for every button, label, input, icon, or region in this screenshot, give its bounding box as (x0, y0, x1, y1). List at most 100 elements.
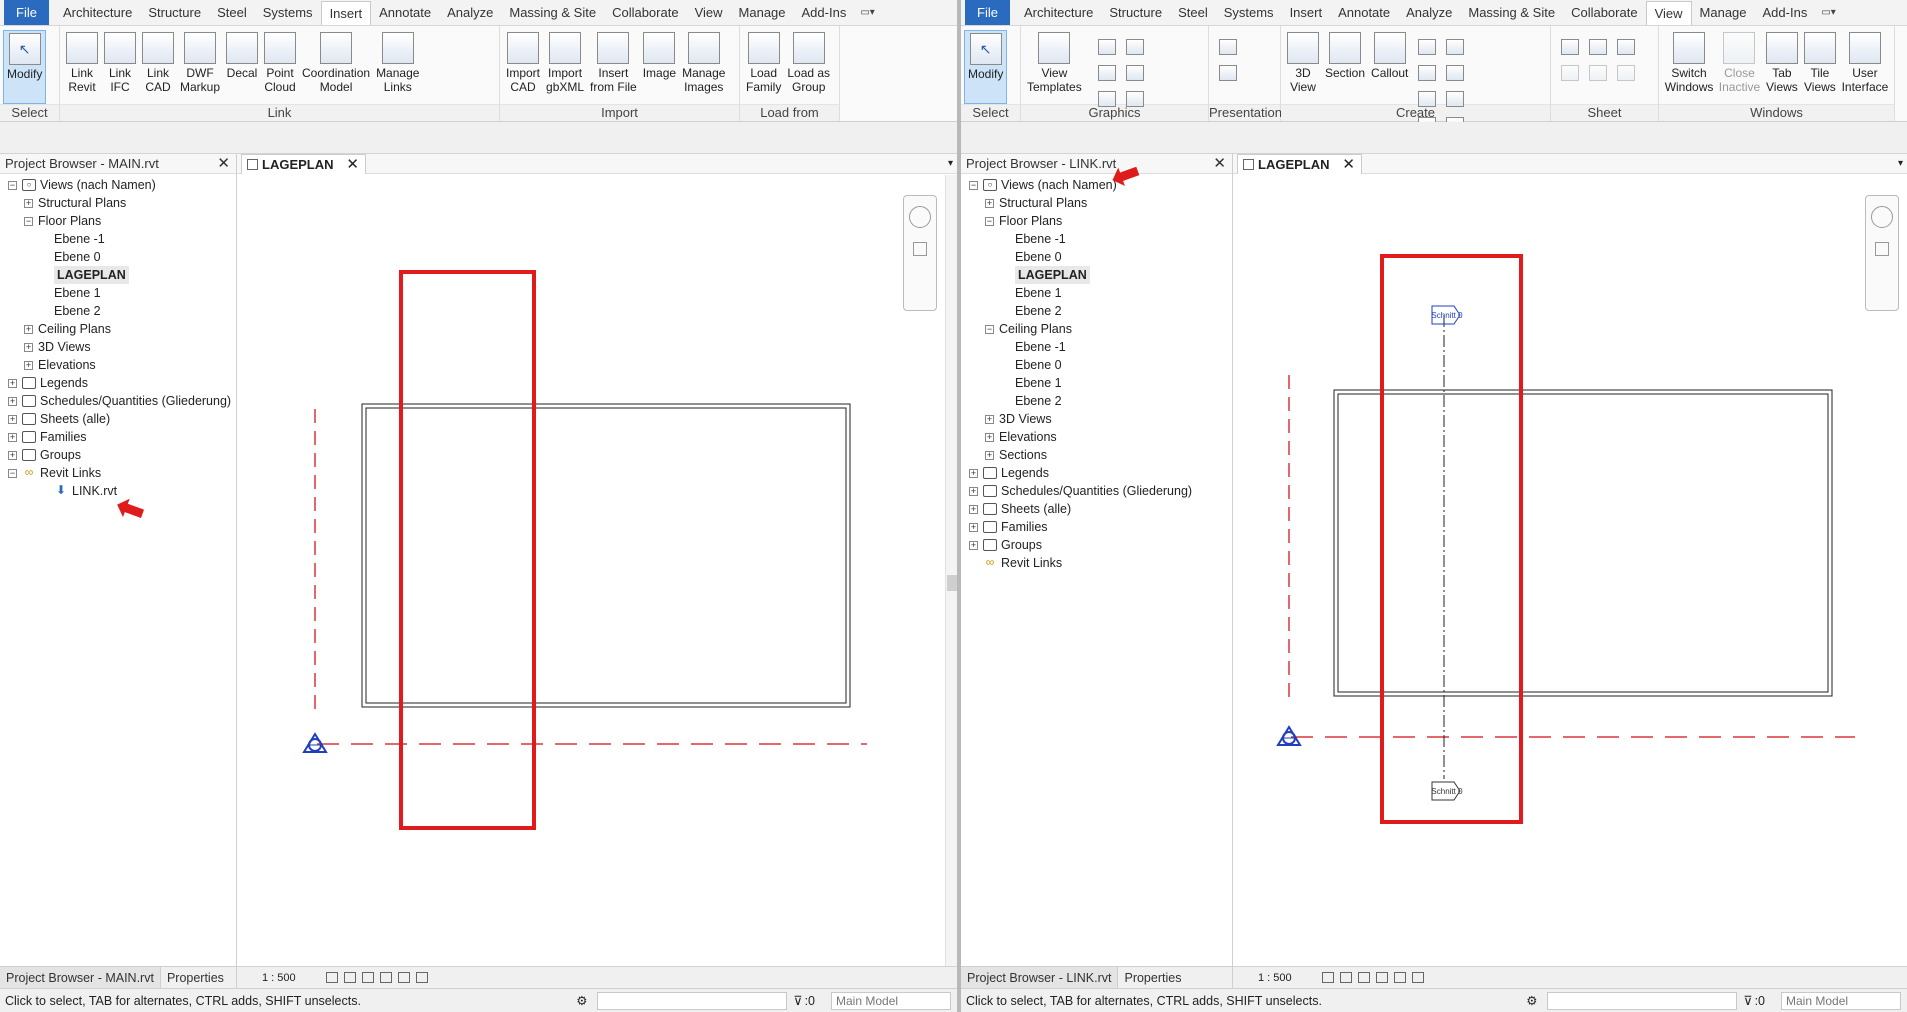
tree-item-ebene-0[interactable]: Ebene 0 (961, 356, 1232, 374)
collapse-icon[interactable]: − (24, 216, 33, 226)
tab-manage[interactable]: Manage (1692, 0, 1755, 25)
title-block-icon[interactable] (1589, 39, 1607, 55)
navigation-bar[interactable] (903, 195, 937, 311)
select-panel-title[interactable]: Select (961, 104, 1020, 121)
view-scale[interactable]: 1 : 500 (262, 972, 296, 984)
view-reference-icon[interactable] (1617, 65, 1635, 81)
detail-level-icon[interactable] (325, 972, 338, 983)
section-button[interactable]: Section (1322, 30, 1368, 82)
modify-button[interactable]: ↖ Modify (964, 30, 1008, 104)
steering-wheel-icon[interactable] (1871, 206, 1893, 228)
tree-item-floor-plans[interactable]: − Floor Plans (961, 212, 1232, 230)
tab-massing-site[interactable]: Massing & Site (1460, 0, 1563, 25)
image-button[interactable]: Image (640, 30, 679, 82)
tab-manage[interactable]: Manage (731, 0, 794, 25)
view-scale[interactable]: 1 : 500 (1258, 972, 1292, 984)
tab-systems[interactable]: Systems (255, 0, 321, 25)
render-icon[interactable] (1219, 39, 1237, 55)
matchline-icon[interactable] (1589, 65, 1607, 81)
tree-item-3d-views[interactable]: +3D Views (0, 338, 236, 356)
panel-options-icon[interactable]: ▭▾ (860, 0, 874, 25)
tab-insert[interactable]: Insert (320, 1, 372, 25)
guide-grid-icon[interactable] (1561, 65, 1579, 81)
link-revit-button[interactable]: Link Revit (63, 30, 101, 96)
decal-button[interactable]: Decal (223, 30, 261, 82)
tab-steel[interactable]: Steel (209, 0, 255, 25)
user-interface-button[interactable]: User Interface (1839, 30, 1891, 96)
expand-icon[interactable]: + (985, 432, 994, 442)
tree-item-sheets-alle[interactable]: + Sheets (alle) (0, 410, 236, 428)
tab-collaborate[interactable]: Collaborate (604, 0, 687, 25)
expand-icon[interactable]: + (8, 450, 17, 460)
tab-architecture[interactable]: Architecture (55, 0, 140, 25)
insert-from-file-button[interactable]: Insert from File (587, 30, 640, 96)
import-gbxml-button[interactable]: Import gbXML (543, 30, 587, 96)
sun-path-icon[interactable] (1357, 972, 1370, 983)
navigation-bar[interactable] (1865, 195, 1899, 311)
expand-icon[interactable]: + (8, 396, 17, 406)
zoom-icon[interactable] (913, 242, 927, 256)
legends-icon[interactable] (1418, 91, 1437, 107)
tree-item-lageplan[interactable]: LAGEPLAN (0, 266, 236, 284)
tree-item-ebene-1[interactable]: Ebene 1 (0, 284, 236, 302)
survey-point-icon[interactable] (1276, 725, 1302, 746)
design-option-dropdown[interactable]: Main Model (831, 992, 951, 1010)
tab-annotate[interactable]: Annotate (1330, 0, 1398, 25)
tab-systems[interactable]: Systems (1216, 0, 1282, 25)
tree-item-revit-links[interactable]: ∞ Revit Links (961, 554, 1232, 572)
3d-view-button[interactable]: 3D View (1284, 30, 1322, 96)
load-family-button[interactable]: Load Family (743, 30, 784, 96)
workset-dropdown[interactable] (1547, 992, 1738, 1010)
import-cad-button[interactable]: Import CAD (503, 30, 543, 96)
tree-item-sheets-alle[interactable]: + Sheets (alle) (961, 500, 1232, 518)
link-ifc-button[interactable]: Link IFC (101, 30, 139, 96)
revisions-icon[interactable] (1617, 39, 1635, 55)
duplicate-view-icon[interactable] (1446, 65, 1465, 81)
shadows-icon[interactable] (1375, 972, 1388, 983)
expand-icon[interactable]: + (969, 540, 978, 550)
load-as-group-button[interactable]: Load as Group (784, 30, 833, 96)
tree-item-ceiling-plans[interactable]: − Ceiling Plans (961, 320, 1232, 338)
tab-menu-icon[interactable]: ▾ (948, 158, 953, 169)
expand-icon[interactable]: + (8, 414, 17, 424)
show-hidden-icon[interactable] (1125, 65, 1144, 81)
tab-analyze[interactable]: Analyze (439, 0, 501, 25)
visual-style-icon[interactable] (343, 972, 356, 983)
render-settings-icon[interactable] (1125, 91, 1144, 107)
close-icon[interactable]: ✕ (1342, 155, 1355, 175)
expand-icon[interactable]: + (8, 378, 17, 388)
tab-collaborate[interactable]: Collaborate (1563, 0, 1646, 25)
tree-item-floor-plans[interactable]: − Floor Plans (0, 212, 236, 230)
tree-item-ceiling-plans[interactable]: + Ceiling Plans (0, 320, 236, 338)
expand-icon[interactable]: + (24, 198, 33, 208)
drafting-view-icon[interactable] (1418, 65, 1437, 81)
view-tab-lageplan[interactable]: LAGEPLAN ✕ (1237, 154, 1362, 174)
collapse-icon[interactable]: − (8, 180, 17, 190)
tree-item-ebene-0[interactable]: Ebene 0 (0, 248, 236, 266)
panel-options-icon[interactable]: ▭▾ (1821, 0, 1835, 25)
collapse-icon[interactable]: − (985, 216, 994, 226)
tab-add-ins[interactable]: Add-Ins (1755, 0, 1816, 25)
tree-item-views-nach-namen[interactable]: − ○ Views (nach Namen) (0, 176, 236, 194)
coordination-model-button[interactable]: Coordination Model (299, 30, 373, 96)
tab-massing-site[interactable]: Massing & Site (501, 0, 604, 25)
close-inactive-button[interactable]: Close Inactive (1716, 30, 1763, 96)
schedules-icon[interactable] (1446, 91, 1465, 107)
tile-views-button[interactable]: Tile Views (1801, 30, 1839, 96)
crop-view-icon[interactable] (1393, 972, 1406, 983)
visual-style-icon[interactable] (1339, 972, 1352, 983)
tab-steel[interactable]: Steel (1170, 0, 1216, 25)
tree-item-families[interactable]: + Families (961, 518, 1232, 536)
expand-icon[interactable]: + (985, 414, 994, 424)
tree-item-views-nach-namen[interactable]: − ○ Views (nach Namen) (961, 176, 1232, 194)
tree-item-legends[interactable]: + Legends (961, 464, 1232, 482)
thin-lines-icon[interactable] (1097, 65, 1116, 81)
tab-architecture[interactable]: Architecture (1016, 0, 1101, 25)
tree-item-elevations[interactable]: + Elevations (0, 356, 236, 374)
filter-icon[interactable]: ⊽ (793, 989, 802, 1012)
plan-views-icon[interactable] (1446, 39, 1465, 55)
tab-properties[interactable]: Properties (161, 967, 230, 988)
drawing-canvas[interactable]: Schnitt 0 Schnitt 0 (1233, 175, 1907, 966)
tab-add-ins[interactable]: Add-Ins (794, 0, 855, 25)
tree-item-elevations[interactable]: + Elevations (961, 428, 1232, 446)
